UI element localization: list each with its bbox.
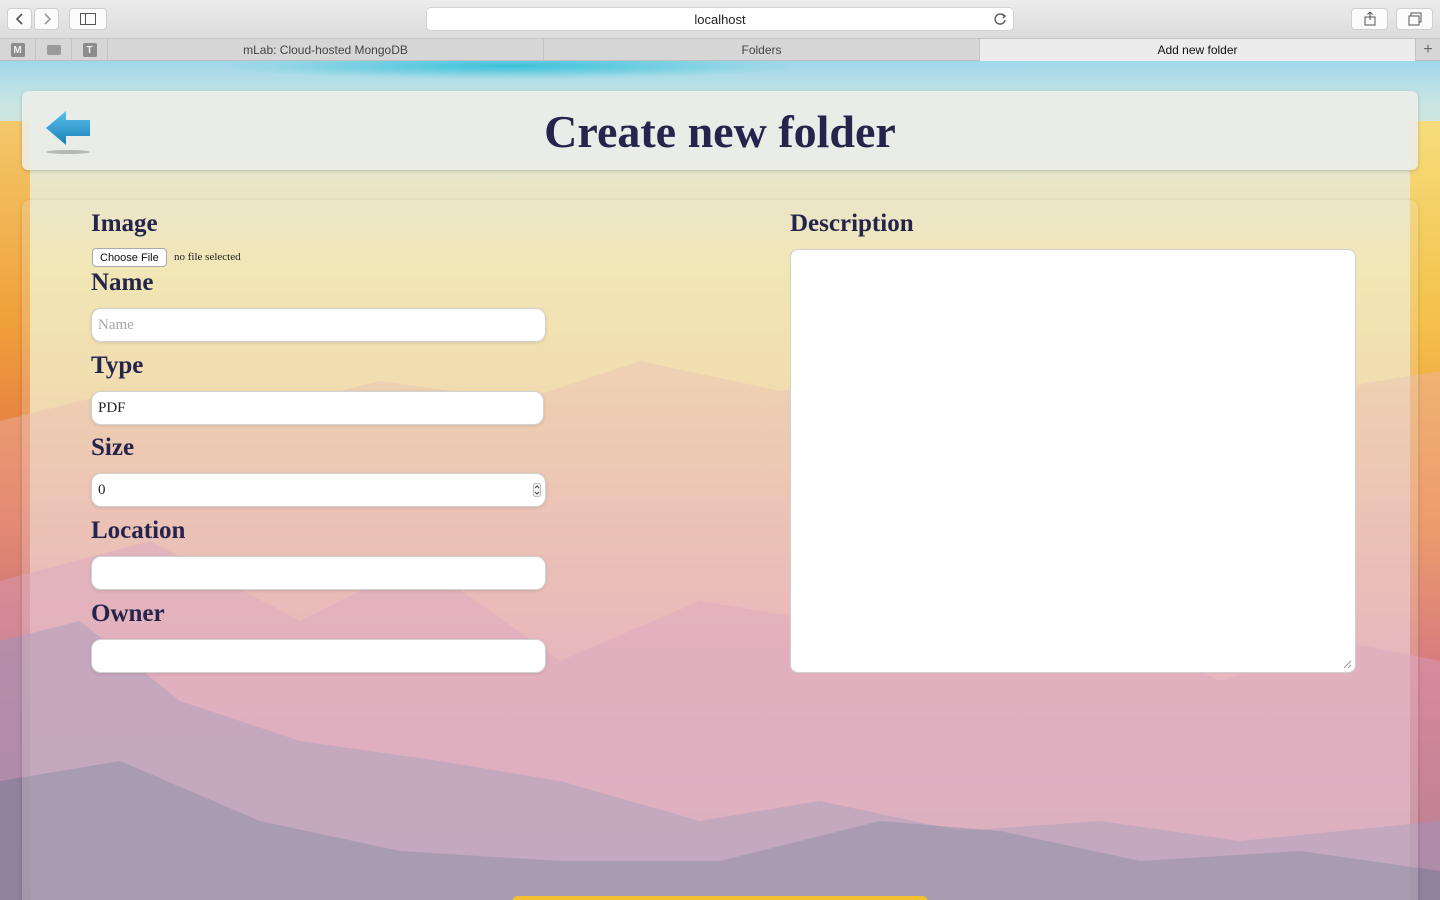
image-label: Image [91,210,158,237]
pinned-tab-video[interactable] [36,39,72,61]
tab-add-new-folder[interactable]: Add new folder [980,39,1416,61]
name-label: Name [91,269,154,296]
pinned-tab-t[interactable]: T [72,39,108,61]
tab-label: Add new folder [1157,43,1238,57]
name-field[interactable] [91,308,546,342]
location-field[interactable] [91,556,546,590]
tab-label: Folders [741,43,782,57]
sidebar-icon [80,13,96,25]
file-status-text: no file selected [174,251,241,263]
size-value: 0 [98,481,106,498]
share-icon [1364,12,1375,26]
forward-nav-button[interactable] [34,8,59,30]
type-label: Type [91,352,144,379]
pinned-tab-m-icon: M [10,43,25,57]
tab-folders[interactable]: Folders [544,39,980,61]
browser-toolbar: localhost [0,0,1440,38]
type-value: PDF [98,399,126,416]
choose-file-button[interactable]: Choose File [92,248,167,267]
chevron-right-icon [43,13,51,25]
tab-bar: M T mLab: Cloud-hosted MongoDB Folders A… [0,38,1440,61]
description-label: Description [790,210,914,237]
page-title: Create new folder [544,106,896,157]
header-panel: Create new folder [22,91,1418,170]
tabs-overview-button[interactable] [1396,8,1433,30]
reload-icon[interactable] [993,12,1007,29]
pinned-tab-t-icon: T [82,43,97,57]
owner-field[interactable] [91,639,546,673]
size-stepper[interactable]: 0 [91,473,546,507]
type-field[interactable]: PDF [91,391,544,425]
description-textarea[interactable] [790,249,1356,673]
name-input[interactable] [98,316,545,334]
submit-button[interactable] [512,896,928,900]
new-tab-button[interactable]: + [1416,39,1440,61]
stepper-arrows-icon[interactable] [533,483,541,497]
chevron-left-icon [15,13,23,25]
size-label: Size [91,434,135,461]
plus-icon: + [1423,41,1433,58]
location-label: Location [91,517,186,544]
back-nav-button[interactable] [7,8,32,30]
owner-label: Owner [91,600,165,627]
tabs-icon [1408,12,1421,26]
video-icon [46,45,61,55]
address-bar[interactable]: localhost [426,7,1014,31]
share-button[interactable] [1351,8,1388,30]
resize-grip-icon[interactable] [1343,660,1352,669]
tab-mlab[interactable]: mLab: Cloud-hosted MongoDB [108,39,544,61]
sidebar-toggle-button[interactable] [69,8,107,30]
address-text: localhost [694,11,746,27]
pinned-tab-m[interactable]: M [0,39,36,61]
tab-label: mLab: Cloud-hosted MongoDB [243,43,408,57]
page-viewport: Create new folder Image Choose File no f… [0,61,1440,900]
folder-form: Image Choose File no file selected Name … [22,200,1418,900]
